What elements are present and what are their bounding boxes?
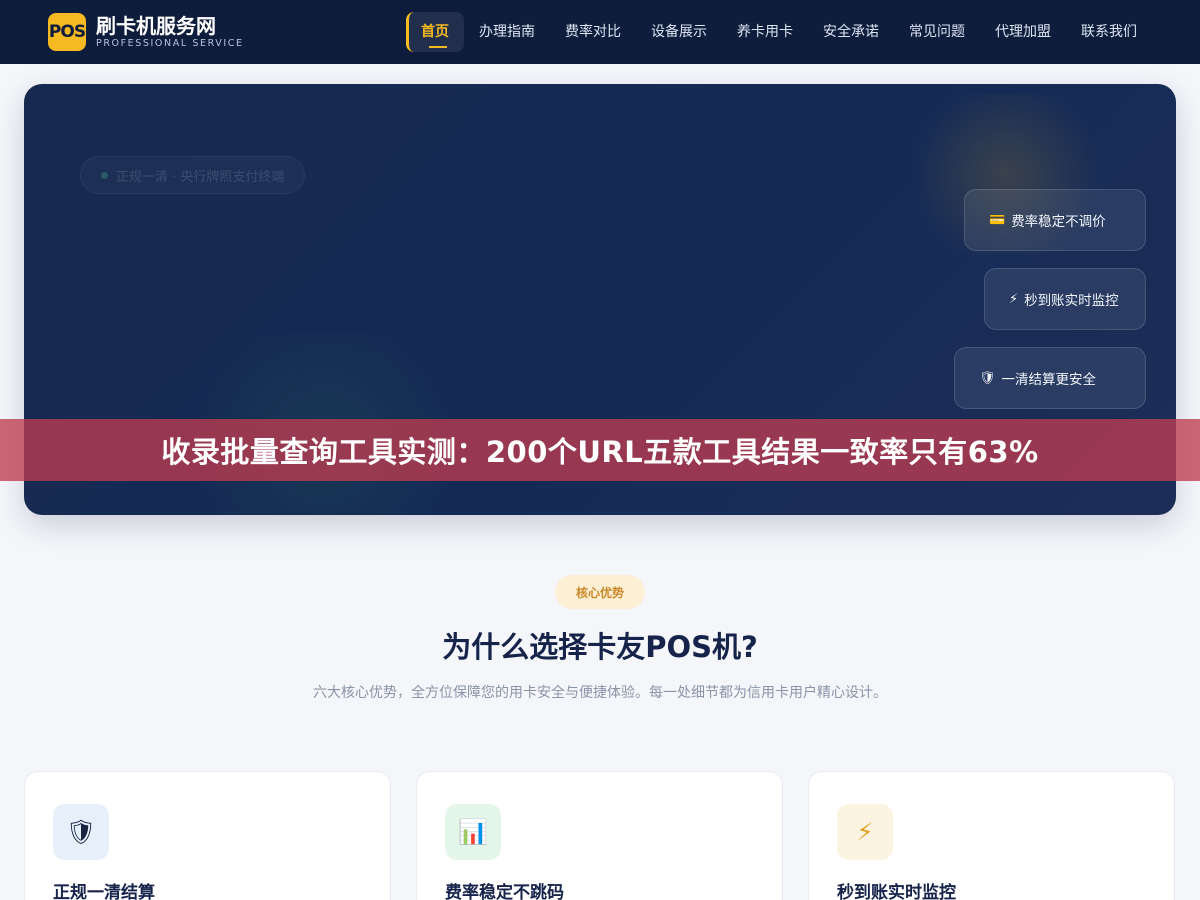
section-description: 六大核心优势，全方位保障您的用卡安全与便捷体验。每一处细节都为信用卡用户精心设计… bbox=[313, 685, 887, 701]
feature-card-safe-clearing: 🛡 一清结算更安全 bbox=[954, 347, 1146, 409]
nav-item-faq[interactable]: 常见问题 bbox=[894, 12, 980, 52]
credit-card-icon: 💳 bbox=[989, 212, 1006, 228]
shield-icon: 🛡 bbox=[53, 804, 109, 860]
feature-card-stable-rate: 💳 费率稳定不调价 bbox=[964, 189, 1146, 251]
hero-badge-text: 正规一清 · 央行牌照支付终端 bbox=[116, 169, 285, 185]
site-subtitle: PROFESSIONAL SERVICE bbox=[96, 38, 244, 49]
site-header: POS 刷卡机服务网 PROFESSIONAL SERVICE 首页 办理指南 … bbox=[0, 0, 1200, 64]
lightning-icon: ⚡ bbox=[1009, 291, 1019, 307]
nav-item-agent[interactable]: 代理加盟 bbox=[980, 12, 1066, 52]
nav-item-guide[interactable]: 办理指南 bbox=[464, 12, 550, 52]
article-title-banner: 收录批量查询工具实测：200个URL五款工具结果一致率只有63% bbox=[0, 419, 1200, 481]
section-tag: 核心优势 bbox=[555, 575, 645, 609]
lightning-icon: ⚡ bbox=[837, 804, 893, 860]
nav-item-security[interactable]: 安全承诺 bbox=[808, 12, 894, 52]
nav-item-home[interactable]: 首页 bbox=[406, 12, 464, 52]
advantage-card-instant[interactable]: ⚡ 秒到账实时监控 bbox=[808, 771, 1175, 900]
advantage-card-title: 费率稳定不跳码 bbox=[445, 883, 564, 900]
nav-item-contact[interactable]: 联系我们 bbox=[1066, 12, 1152, 52]
advantage-card-title: 秒到账实时监控 bbox=[837, 883, 956, 900]
feature-card-instant-settlement: ⚡ 秒到账实时监控 bbox=[984, 268, 1146, 330]
hero-badge: 正规一清 · 央行牌照支付终端 bbox=[80, 156, 306, 194]
shield-icon: 🛡 bbox=[979, 370, 996, 386]
feature-card-label: 秒到账实时监控 bbox=[1024, 293, 1119, 309]
site-title: 刷卡机服务网 bbox=[96, 14, 216, 38]
main-nav: 首页 办理指南 费率对比 设备展示 养卡用卡 安全承诺 常见问题 代理加盟 联系… bbox=[406, 12, 1152, 52]
section-title: 为什么选择卡友POS机? bbox=[442, 630, 758, 664]
nav-item-card-care[interactable]: 养卡用卡 bbox=[722, 12, 808, 52]
nav-item-rates[interactable]: 费率对比 bbox=[550, 12, 636, 52]
status-dot-icon bbox=[101, 171, 108, 179]
feature-card-label: 一清结算更安全 bbox=[1001, 372, 1097, 388]
advantage-card-title: 正规一清结算 bbox=[53, 883, 155, 900]
feature-card-label: 费率稳定不调价 bbox=[1011, 214, 1106, 230]
bar-chart-icon: 📊 bbox=[445, 804, 501, 860]
advantage-card-clearing[interactable]: 🛡 正规一清结算 bbox=[24, 771, 391, 900]
logo-text: 刷卡机服务网 PROFESSIONAL SERVICE bbox=[96, 14, 244, 50]
site-logo[interactable]: POS 刷卡机服务网 PROFESSIONAL SERVICE bbox=[48, 13, 244, 51]
nav-item-devices[interactable]: 设备展示 bbox=[636, 12, 722, 52]
pos-logo-icon: POS bbox=[48, 13, 86, 51]
advantage-card-rate[interactable]: 📊 费率稳定不跳码 bbox=[416, 771, 783, 900]
